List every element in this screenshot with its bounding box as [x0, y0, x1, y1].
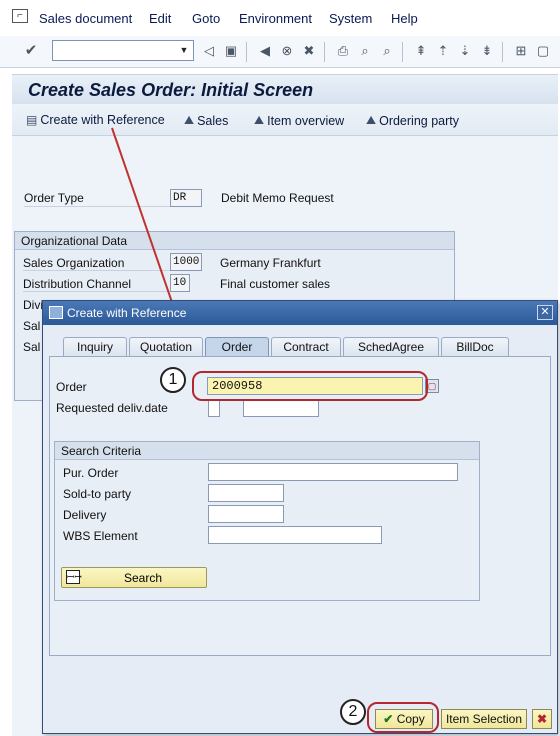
search-criteria-group: Search Criteria Pur. Order Sold-to party…: [54, 441, 480, 601]
pur-order-field[interactable]: [208, 463, 458, 481]
requested-deliv-date-to-field[interactable]: [243, 399, 319, 417]
callout-order-field: [192, 371, 428, 401]
tab-quotation[interactable]: Quotation: [129, 337, 203, 356]
group-title: Search Criteria: [55, 442, 479, 460]
tab-schedagree[interactable]: SchedAgree: [343, 337, 439, 356]
tab-inquiry[interactable]: Inquiry: [63, 337, 127, 356]
tab-contract[interactable]: Contract: [271, 337, 341, 356]
sold-to-party-field[interactable]: [208, 484, 284, 502]
sold-to-party-label: Sold-to party: [63, 487, 132, 501]
callout-copy-button: [367, 702, 439, 733]
wbs-element-label: WBS Element: [63, 529, 138, 543]
binoculars-icon: ꟷꟷ: [66, 570, 82, 584]
tab-panel: Order Requested deliv.date Search Criter…: [49, 356, 551, 656]
close-icon[interactable]: ✕: [537, 305, 553, 320]
cancel-icon[interactable]: ✖: [532, 709, 552, 729]
wbs-element-field[interactable]: [208, 526, 382, 544]
tab-order[interactable]: Order: [205, 337, 269, 356]
window-icon: [49, 306, 63, 319]
step-1-badge: 1: [160, 367, 186, 393]
dialog-title: Create with Reference: [67, 306, 187, 320]
delivery-field[interactable]: [208, 505, 284, 523]
step-2-badge: 2: [340, 699, 366, 725]
delivery-label: Delivery: [63, 508, 107, 522]
create-with-reference-dialog: Create with Reference ✕ Inquiry Quotatio…: [42, 300, 558, 734]
item-selection-button[interactable]: Item Selection: [441, 709, 527, 729]
requested-deliv-date-field[interactable]: [208, 399, 220, 417]
dialog-titlebar: Create with Reference ✕: [43, 301, 557, 325]
order-label: Order: [56, 380, 87, 394]
requested-deliv-date-label: Requested deliv.date: [56, 401, 168, 415]
pur-order-label: Pur. Order: [63, 466, 119, 480]
tab-billdoc[interactable]: BillDoc: [441, 337, 509, 356]
search-button[interactable]: ꟷꟷ Search: [61, 567, 207, 588]
